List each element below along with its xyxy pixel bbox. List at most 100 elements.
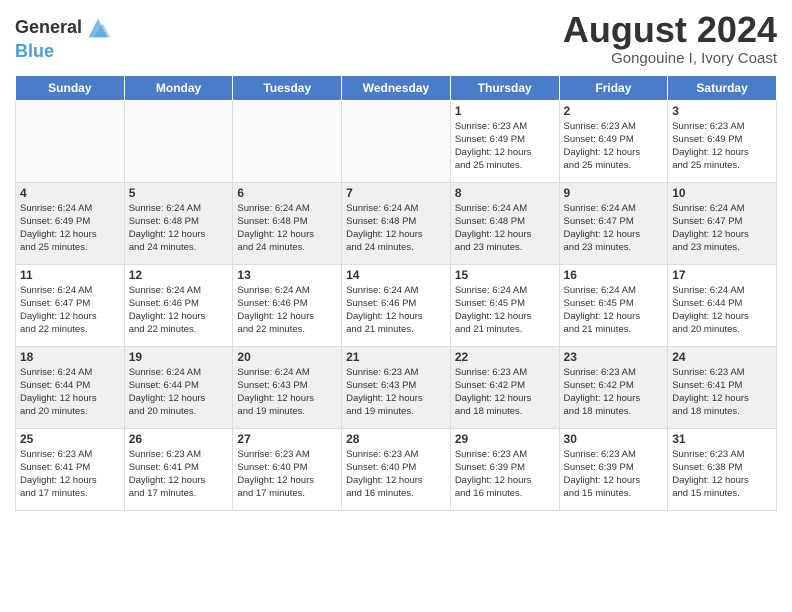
day-number: 29 [455, 432, 555, 446]
day-info: Sunrise: 6:24 AM Sunset: 6:44 PM Dayligh… [672, 284, 772, 337]
day-number: 31 [672, 432, 772, 446]
day-number: 27 [237, 432, 337, 446]
day-number: 7 [346, 186, 446, 200]
day-info: Sunrise: 6:23 AM Sunset: 6:39 PM Dayligh… [455, 448, 555, 501]
table-row: 20Sunrise: 6:24 AM Sunset: 6:43 PM Dayli… [233, 346, 342, 428]
day-number: 23 [564, 350, 664, 364]
table-row: 13Sunrise: 6:24 AM Sunset: 6:46 PM Dayli… [233, 264, 342, 346]
day-info: Sunrise: 6:24 AM Sunset: 6:46 PM Dayligh… [129, 284, 229, 337]
table-row: 6 Sunrise: 6:24 AM Sunset: 6:48 PM Daylig… [233, 182, 342, 264]
day-info: Sunrise: 6:23 AM Sunset: 6:42 PM Dayligh… [455, 366, 555, 419]
day-info: Sunrise: 6:24 AM Sunset: 6:44 PM Dayligh… [20, 366, 120, 419]
day-number: 22 [455, 350, 555, 364]
day-info: Sunrise: 6:24 AM Sunset: 6:49 PM Dayligh… [20, 202, 120, 255]
day-info: Sunrise: 6:23 AM Sunset: 6:49 PM Dayligh… [672, 120, 772, 173]
table-row: 18 Sunrise: 6:24 AM Sunset: 6:44 PM Dayli… [16, 346, 125, 428]
table-row [124, 100, 233, 182]
day-number: 2 [564, 104, 664, 118]
day-number: 10 [672, 186, 772, 200]
calendar-week-1: 1 Sunrise: 6:23 AM Sunset: 6:49 PM Daylig… [16, 100, 777, 182]
day-number: 18 [20, 350, 120, 364]
day-number: 16 [564, 268, 664, 282]
day-info: Sunrise: 6:23 AM Sunset: 6:41 PM Dayligh… [672, 366, 772, 419]
day-info: Sunrise: 6:23 AM Sunset: 6:49 PM Dayligh… [564, 120, 664, 173]
table-row: 17 Sunrise: 6:24 AM Sunset: 6:44 PM Dayli… [668, 264, 777, 346]
header-friday: Friday [559, 75, 668, 100]
table-row [342, 100, 451, 182]
table-row: 21 Sunrise: 6:23 AM Sunset: 6:43 PM Dayli… [342, 346, 451, 428]
table-row: 24Sunrise: 6:23 AM Sunset: 6:41 PM Dayli… [668, 346, 777, 428]
day-info: Sunrise: 6:24 AM Sunset: 6:48 PM Dayligh… [237, 202, 337, 255]
day-number: 21 [346, 350, 446, 364]
table-row [233, 100, 342, 182]
header: General Blue August 2024 Gongouine I, Iv… [15, 10, 777, 67]
title-area: August 2024 Gongouine I, Ivory Coast [563, 10, 777, 67]
day-number: 6 [237, 186, 337, 200]
table-row: 7 Sunrise: 6:24 AM Sunset: 6:48 PM Daylig… [342, 182, 451, 264]
calendar-week-5: 25 Sunrise: 6:23 AM Sunset: 6:41 PM Dayli… [16, 428, 777, 510]
day-info: Sunrise: 6:23 AM Sunset: 6:42 PM Dayligh… [564, 366, 664, 419]
table-row: 23 Sunrise: 6:23 AM Sunset: 6:42 PM Dayli… [559, 346, 668, 428]
day-info: Sunrise: 6:24 AM Sunset: 6:44 PM Dayligh… [129, 366, 229, 419]
day-number: 25 [20, 432, 120, 446]
day-info: Sunrise: 6:24 AM Sunset: 6:47 PM Dayligh… [20, 284, 120, 337]
day-number: 28 [346, 432, 446, 446]
day-number: 11 [20, 268, 120, 282]
day-number: 14 [346, 268, 446, 282]
day-number: 12 [129, 268, 229, 282]
table-row: 25 Sunrise: 6:23 AM Sunset: 6:41 PM Dayli… [16, 428, 125, 510]
day-number: 4 [20, 186, 120, 200]
day-info: Sunrise: 6:23 AM Sunset: 6:43 PM Dayligh… [346, 366, 446, 419]
day-number: 17 [672, 268, 772, 282]
table-row: 30 Sunrise: 6:23 AM Sunset: 6:39 PM Dayli… [559, 428, 668, 510]
day-number: 1 [455, 104, 555, 118]
day-info: Sunrise: 6:24 AM Sunset: 6:48 PM Dayligh… [346, 202, 446, 255]
subtitle: Gongouine I, Ivory Coast [563, 50, 777, 67]
day-number: 9 [564, 186, 664, 200]
day-info: Sunrise: 6:23 AM Sunset: 6:41 PM Dayligh… [20, 448, 120, 501]
day-info: Sunrise: 6:23 AM Sunset: 6:40 PM Dayligh… [237, 448, 337, 501]
table-row: 5Sunrise: 6:24 AM Sunset: 6:48 PM Daylig… [124, 182, 233, 264]
table-row: 1 Sunrise: 6:23 AM Sunset: 6:49 PM Daylig… [450, 100, 559, 182]
day-number: 5 [129, 186, 229, 200]
day-number: 13 [237, 268, 337, 282]
table-row: 15Sunrise: 6:24 AM Sunset: 6:45 PM Dayli… [450, 264, 559, 346]
table-row: 26Sunrise: 6:23 AM Sunset: 6:41 PM Dayli… [124, 428, 233, 510]
logo-icon [84, 14, 112, 42]
table-row: 12 Sunrise: 6:24 AM Sunset: 6:46 PM Dayli… [124, 264, 233, 346]
header-tuesday: Tuesday [233, 75, 342, 100]
table-row: 29 Sunrise: 6:23 AM Sunset: 6:39 PM Dayli… [450, 428, 559, 510]
calendar-week-4: 18 Sunrise: 6:24 AM Sunset: 6:44 PM Dayli… [16, 346, 777, 428]
day-number: 8 [455, 186, 555, 200]
month-title: August 2024 [563, 10, 777, 50]
day-info: Sunrise: 6:24 AM Sunset: 6:47 PM Dayligh… [564, 202, 664, 255]
table-row: 31 Sunrise: 6:23 AM Sunset: 6:38 PM Dayli… [668, 428, 777, 510]
day-number: 26 [129, 432, 229, 446]
table-row: 11 Sunrise: 6:24 AM Sunset: 6:47 PM Dayli… [16, 264, 125, 346]
header-thursday: Thursday [450, 75, 559, 100]
calendar-header-row: Sunday Monday Tuesday Wednesday Thursday… [16, 75, 777, 100]
table-row: 8Sunrise: 6:24 AM Sunset: 6:48 PM Daylig… [450, 182, 559, 264]
table-row: 28Sunrise: 6:23 AM Sunset: 6:40 PM Dayli… [342, 428, 451, 510]
day-number: 30 [564, 432, 664, 446]
table-row: 16Sunrise: 6:24 AM Sunset: 6:45 PM Dayli… [559, 264, 668, 346]
table-row: 4 Sunrise: 6:24 AM Sunset: 6:49 PM Daylig… [16, 182, 125, 264]
day-info: Sunrise: 6:23 AM Sunset: 6:49 PM Dayligh… [455, 120, 555, 173]
logo-text: General [15, 18, 82, 38]
page-container: General Blue August 2024 Gongouine I, Iv… [0, 0, 792, 612]
day-number: 19 [129, 350, 229, 364]
header-monday: Monday [124, 75, 233, 100]
calendar-table: Sunday Monday Tuesday Wednesday Thursday… [15, 75, 777, 511]
day-number: 3 [672, 104, 772, 118]
day-info: Sunrise: 6:23 AM Sunset: 6:38 PM Dayligh… [672, 448, 772, 501]
table-row: 2 Sunrise: 6:23 AM Sunset: 6:49 PM Daylig… [559, 100, 668, 182]
table-row: 27 Sunrise: 6:23 AM Sunset: 6:40 PM Dayli… [233, 428, 342, 510]
table-row [16, 100, 125, 182]
day-info: Sunrise: 6:24 AM Sunset: 6:45 PM Dayligh… [455, 284, 555, 337]
table-row: 9 Sunrise: 6:24 AM Sunset: 6:47 PM Daylig… [559, 182, 668, 264]
table-row: 10Sunrise: 6:24 AM Sunset: 6:47 PM Dayli… [668, 182, 777, 264]
header-wednesday: Wednesday [342, 75, 451, 100]
day-info: Sunrise: 6:24 AM Sunset: 6:46 PM Dayligh… [346, 284, 446, 337]
day-info: Sunrise: 6:23 AM Sunset: 6:39 PM Dayligh… [564, 448, 664, 501]
logo: General Blue [15, 14, 112, 62]
